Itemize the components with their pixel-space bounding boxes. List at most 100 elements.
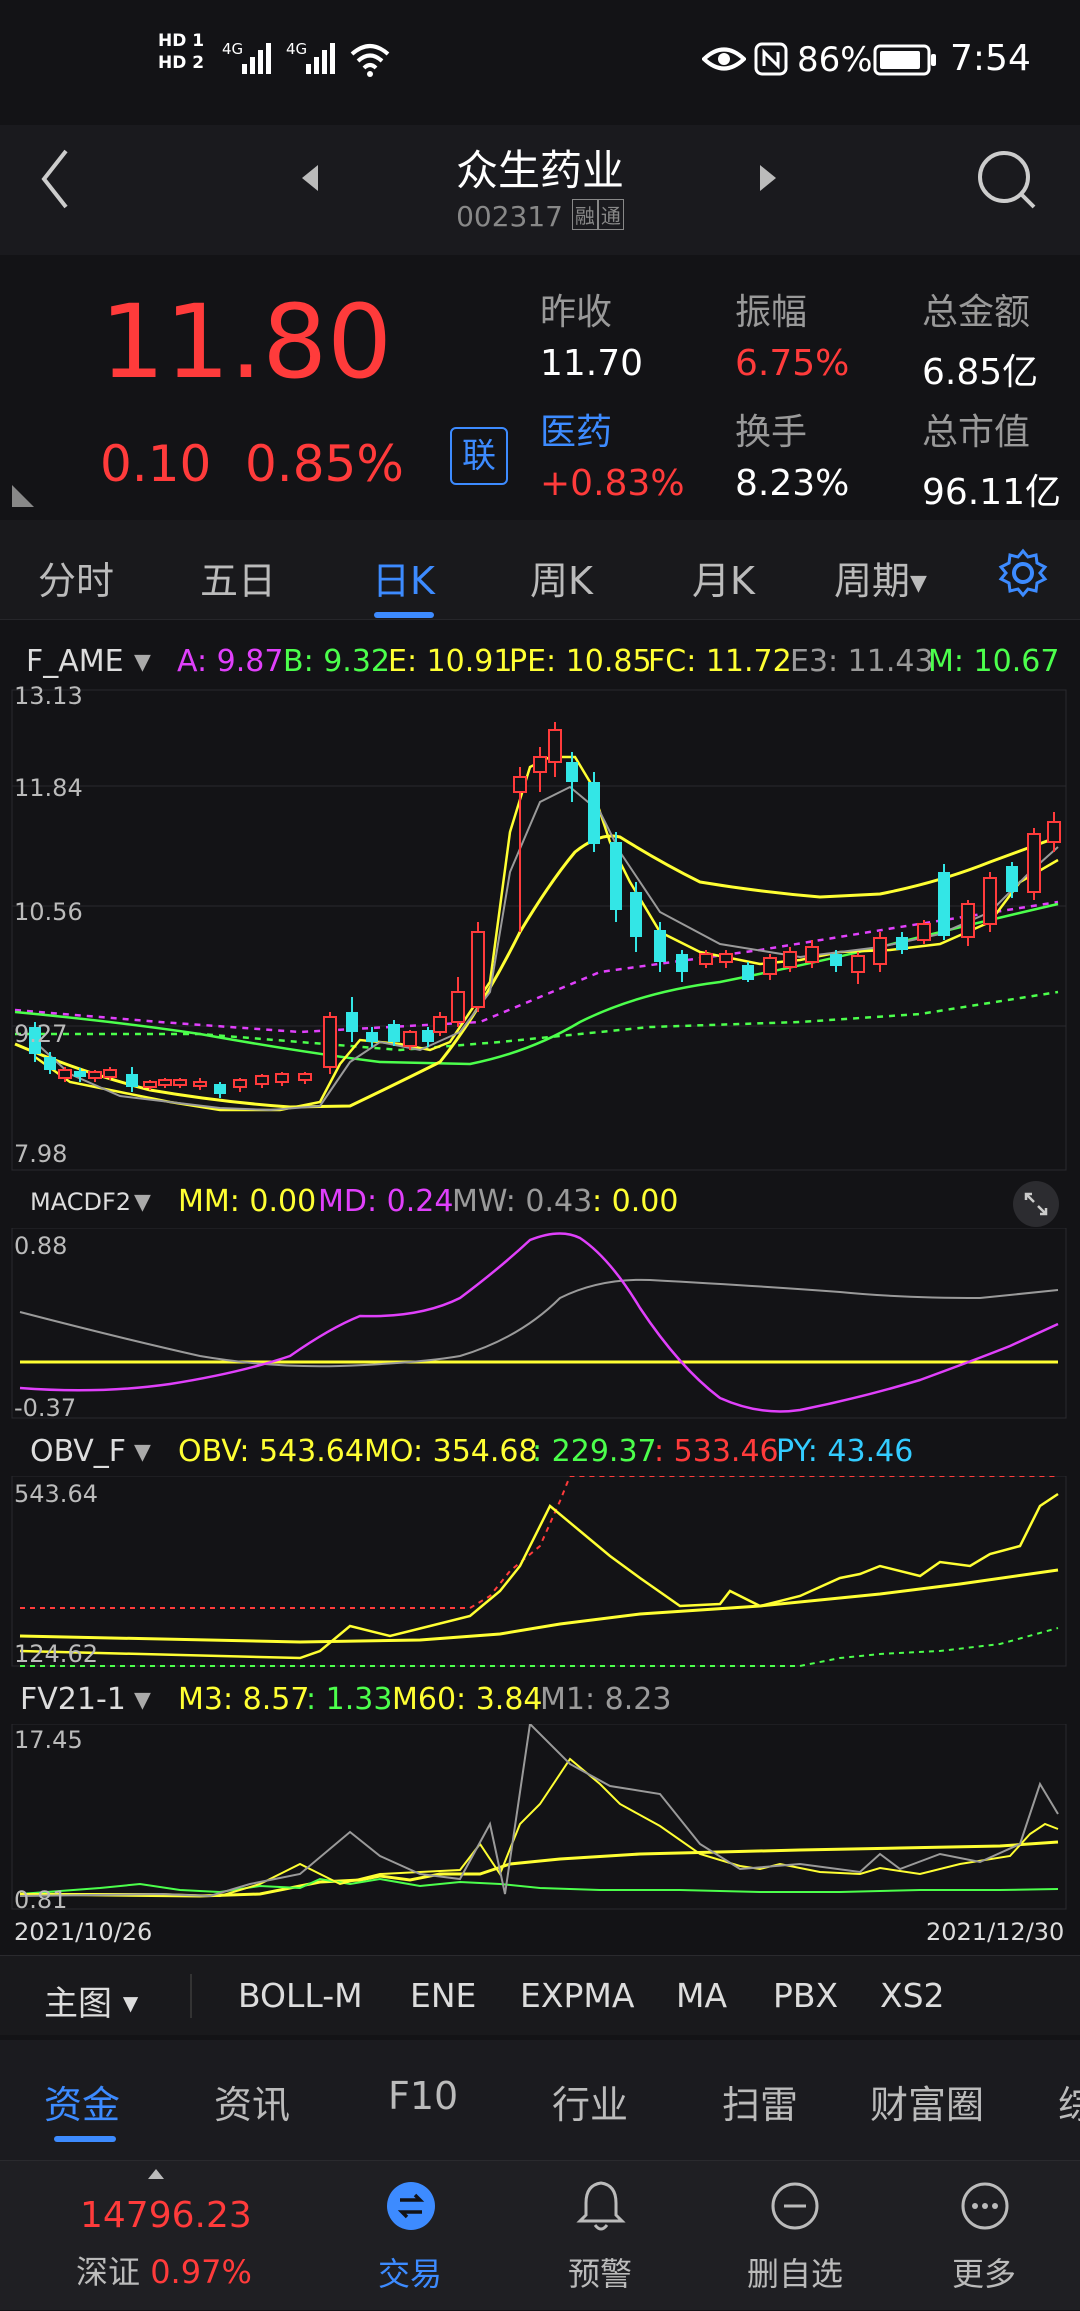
- nav-remove-watchlist[interactable]: 删自选: [730, 2161, 860, 2311]
- back-icon[interactable]: [36, 147, 76, 211]
- prev-stock-icon[interactable]: [298, 163, 322, 193]
- tab-period-dropdown[interactable]: 周期▼: [834, 550, 927, 605]
- obv-canvas: [11, 1476, 1067, 1667]
- status-bar: HD 1 HD 2 4G 4G 86% 7:54: [0, 0, 1080, 125]
- tab-timeshare[interactable]: 分时: [38, 550, 114, 605]
- legend-obv: OBV: 543.64: [178, 1434, 364, 1469]
- main-kline-chart[interactable]: F_AME ▼ A: 9.87 B: 9.32 E: 10.91 PE: 10.…: [0, 630, 1080, 1175]
- fv-y-bottom: 0.81: [14, 1886, 68, 1914]
- subtab-risk-scan[interactable]: 扫雷: [722, 2074, 798, 2129]
- dropdown-caret-icon: ▼: [910, 571, 927, 596]
- candle-body: [433, 1016, 447, 1033]
- indicator-expma[interactable]: EXPMA: [520, 1976, 634, 2015]
- indicator-bar: 主图 ▼ BOLL-M ENE EXPMA MA PBX XS2: [0, 1955, 1080, 2035]
- subtab-industry[interactable]: 行业: [552, 2074, 628, 2129]
- eye-icon: [702, 47, 746, 71]
- dropdown-caret-icon[interactable]: ▼: [134, 1440, 151, 1465]
- search-icon[interactable]: [974, 147, 1040, 213]
- main-indicator-name[interactable]: F_AME: [26, 644, 124, 679]
- tab-daily-k[interactable]: 日K: [372, 550, 435, 605]
- candle-body: [983, 877, 997, 925]
- nav-trade[interactable]: 交易: [350, 2161, 470, 2311]
- candle-body: [214, 1084, 226, 1094]
- signal-icon: [306, 43, 335, 74]
- exchange-icon: [387, 2182, 435, 2230]
- nav-alert[interactable]: 预警: [540, 2161, 660, 2311]
- index-value: 14796.23: [80, 2195, 252, 2236]
- macd-y-top: 0.88: [14, 1232, 68, 1260]
- tab-five-day[interactable]: 五日: [200, 550, 276, 605]
- candle-body: [763, 957, 777, 975]
- fv21-chart[interactable]: FV21-1 ▼ M3: 8.57 : 1.33 M60: 3.84 M1: 8…: [0, 1668, 1080, 1955]
- candle-body: [158, 1079, 172, 1086]
- legend-e: E: 10.91: [388, 644, 513, 679]
- divider: [190, 1974, 192, 2018]
- expand-icon[interactable]: [1012, 1180, 1060, 1228]
- main-chart-dropdown[interactable]: 主图 ▼: [44, 1976, 138, 2025]
- obv-indicator-name[interactable]: OBV_F: [30, 1434, 126, 1469]
- y-label-2: 11.84: [14, 774, 83, 802]
- candle-body: [873, 937, 887, 965]
- candle-body: [88, 1071, 102, 1079]
- index-ticker[interactable]: 14796.23 深证 0.97%: [40, 2161, 270, 2311]
- dropdown-caret-icon[interactable]: ▼: [134, 1190, 151, 1215]
- legend-mo: MO: 354.68: [364, 1434, 538, 1469]
- last-price: 11.80: [100, 283, 393, 402]
- nav-more[interactable]: 更多: [924, 2161, 1044, 2311]
- indicator-ene[interactable]: ENE: [410, 1976, 476, 2015]
- candle-body: [630, 892, 642, 937]
- subtab-news[interactable]: 资讯: [214, 2074, 290, 2129]
- date-end: 2021/12/30: [926, 1918, 1065, 1946]
- main-chart-legend: F_AME ▼ A: 9.87 B: 9.32 E: 10.91 PE: 10.…: [0, 630, 1080, 690]
- obv-chart[interactable]: OBV_F ▼ OBV: 543.64 MO: 354.68 : 229.37 …: [0, 1420, 1080, 1670]
- main-chart-label: 主图: [44, 1984, 112, 2024]
- bottom-nav: 14796.23 深证 0.97% 交易 预警 删自选 更多: [0, 2160, 1080, 2310]
- macd-chart[interactable]: MACDF2 ▼ MM: 0.00 MD: 0.24 MW: 0.43 : 0.…: [0, 1170, 1080, 1422]
- indicator-xs2[interactable]: XS2: [880, 1976, 945, 2015]
- next-stock-icon[interactable]: [756, 163, 780, 193]
- subtab-funds[interactable]: 资金: [44, 2074, 120, 2129]
- obv-legend: OBV_F ▼ OBV: 543.64 MO: 354.68 : 229.37 …: [0, 1420, 1080, 1480]
- nav-remove-label: 删自选: [746, 2255, 843, 2293]
- candle-body: [388, 1024, 400, 1042]
- tab-weekly-k[interactable]: 周K: [530, 550, 593, 605]
- stat-value-prev-close: 11.70: [540, 343, 644, 384]
- fv21-canvas: [11, 1724, 1067, 1910]
- tab-monthly-k[interactable]: 月K: [692, 550, 755, 605]
- indicator-pbx[interactable]: PBX: [773, 1976, 838, 2015]
- dropdown-caret-icon[interactable]: ▼: [134, 650, 151, 675]
- nav-alert-label: 预警: [567, 2255, 632, 2293]
- index-name: 深证: [76, 2253, 141, 2291]
- macd-indicator-name[interactable]: MACDF2: [30, 1188, 131, 1216]
- dropdown-caret-icon: ▼: [122, 1991, 139, 2015]
- link-button[interactable]: 联: [450, 427, 508, 485]
- candle-body: [896, 937, 908, 950]
- subtab-overflow[interactable]: 综: [1058, 2074, 1080, 2129]
- corner-triangle-icon: [12, 485, 34, 507]
- legend-fv-green: : 1.33: [306, 1682, 393, 1717]
- settings-gear-icon[interactable]: [998, 548, 1048, 598]
- legend-e3: E3: 11.43: [790, 644, 934, 679]
- main-chart-canvas: [11, 689, 1067, 1171]
- subtab-wealth-circle[interactable]: 财富圈: [870, 2074, 984, 2129]
- tab-active-indicator: [374, 612, 434, 618]
- subtab-f10[interactable]: F10: [388, 2074, 458, 2118]
- stat-value-amplitude: 6.75%: [735, 343, 850, 384]
- fv21-indicator-name[interactable]: FV21-1: [20, 1682, 126, 1717]
- indicator-boll-m[interactable]: BOLL-M: [238, 1976, 363, 2015]
- candle-body: [173, 1079, 187, 1086]
- legend-m1: M1: 8.23: [540, 1682, 672, 1717]
- macd-y-bottom: -0.37: [14, 1394, 77, 1422]
- candle-body: [805, 946, 819, 963]
- stat-label-turnover: 换手: [735, 412, 808, 453]
- dropdown-caret-icon[interactable]: ▼: [134, 1688, 151, 1713]
- stat-label-amplitude: 振幅: [735, 292, 808, 333]
- margin-badge: 融: [571, 199, 598, 230]
- legend-py: PY: 43.46: [776, 1434, 914, 1469]
- candle-body: [298, 1073, 312, 1081]
- stock-name: 众生药业: [455, 146, 624, 195]
- indicator-ma[interactable]: MA: [676, 1976, 727, 2015]
- y-label-bottom: 7.98: [14, 1140, 68, 1168]
- candle-body: [403, 1031, 417, 1047]
- sector-link[interactable]: 医药: [540, 403, 612, 455]
